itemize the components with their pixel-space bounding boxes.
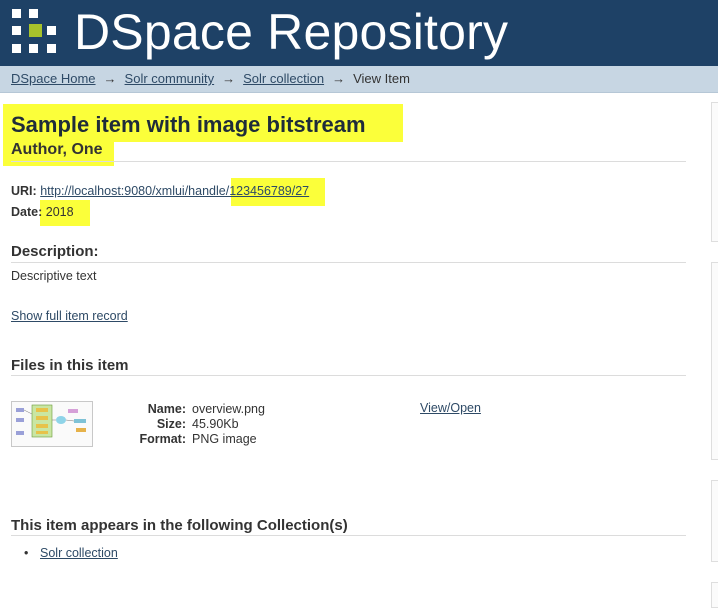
file-meta-labels: Name: Size: Format: — [120, 402, 186, 447]
date-label: Date: — [11, 205, 43, 219]
file-format: PNG image — [192, 432, 257, 446]
view-open-link[interactable]: View/Open — [420, 401, 481, 415]
item-title: Sample item with image bitstream — [11, 112, 366, 137]
breadcrumb-arrow-icon: → — [103, 71, 117, 86]
uri-row: URI: http://localhost:9080/xmlui/handle/… — [11, 184, 309, 198]
collections-list: Solr collection — [24, 546, 118, 560]
description-divider — [11, 262, 686, 263]
sidebar-panel — [711, 582, 718, 608]
breadcrumb-current: View Item — [353, 71, 410, 86]
description-text: Descriptive text — [11, 269, 97, 283]
breadcrumb-home-link[interactable]: DSpace Home — [11, 71, 96, 86]
file-format-label: Format: — [139, 432, 186, 446]
uri-link[interactable]: http://localhost:9080/xmlui/handle/12345… — [40, 184, 309, 198]
collections-heading: This item appears in the following Colle… — [11, 517, 348, 534]
description-heading: Description: — [11, 243, 99, 260]
files-divider — [11, 375, 686, 376]
file-size-label: Size: — [156, 417, 186, 431]
date-row: Date: 2018 — [11, 205, 74, 219]
list-item: Solr collection — [24, 546, 118, 560]
sidebar-panel — [711, 102, 718, 242]
breadcrumb-arrow-icon: → — [332, 71, 346, 86]
uri-label: URI: — [11, 184, 37, 198]
sidebar-panel — [711, 262, 718, 460]
files-heading: Files in this item — [11, 357, 129, 374]
breadcrumb: DSpace Home → Solr community → Solr collecti… — [0, 66, 718, 93]
file-name: overview.png — [192, 402, 265, 416]
show-full-record-link[interactable]: Show full item record — [11, 309, 128, 323]
file-size: 45.90Kb — [192, 417, 239, 431]
title-divider — [11, 161, 686, 162]
sidebar-panel — [711, 480, 718, 562]
file-thumbnail[interactable] — [11, 401, 93, 447]
file-name-label: Name: — [147, 402, 186, 416]
date-value: 2018 — [45, 205, 74, 219]
breadcrumb-community-link[interactable]: Solr community — [125, 71, 215, 86]
breadcrumb-collection-link[interactable]: Solr collection — [243, 71, 324, 86]
file-meta-values: overview.png 45.90Kb PNG image — [192, 402, 265, 447]
collections-divider — [11, 535, 686, 536]
item-author: Author, One — [11, 141, 103, 158]
site-header: DSpace Repository — [0, 0, 718, 66]
site-title[interactable]: DSpace Repository — [74, 2, 508, 62]
collection-link[interactable]: Solr collection — [40, 546, 118, 560]
breadcrumb-arrow-icon: → — [222, 71, 236, 86]
dspace-logo-icon[interactable] — [12, 9, 58, 55]
